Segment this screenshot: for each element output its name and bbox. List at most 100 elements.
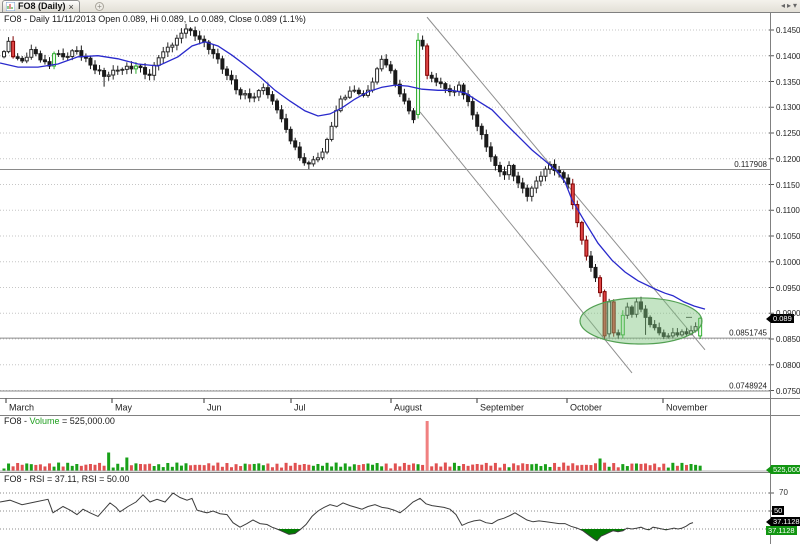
volume-bar: [567, 466, 570, 471]
volume-bar: [362, 464, 365, 470]
volume-bar: [230, 467, 233, 470]
volume-bar: [171, 467, 174, 471]
volume-bar: [21, 465, 24, 471]
volume-bar: [221, 467, 224, 471]
price-tick-label: 0.0850: [776, 335, 800, 344]
volume-bar: [594, 463, 597, 470]
volume-bar: [225, 463, 228, 470]
price-tick-label: 0.0800: [776, 361, 800, 370]
volume-bar: [535, 464, 538, 471]
volume-bar: [139, 464, 142, 471]
volume-bar: [280, 468, 283, 471]
candle-body: [385, 59, 388, 65]
volume-bar: [153, 466, 156, 470]
volume-bar: [39, 464, 42, 470]
highlight-ellipse[interactable]: [580, 298, 702, 344]
volume-bar: [444, 463, 447, 471]
volume-bar: [407, 465, 410, 471]
month-label: Jun: [207, 403, 222, 413]
price-level-label: 0.0748924: [729, 382, 767, 391]
candle-body: [589, 256, 592, 267]
chart-canvas[interactable]: 0.1179080.08517450.0748924MarchMayJunJul…: [0, 13, 800, 544]
candle-body: [435, 78, 438, 82]
volume-bar: [617, 467, 620, 470]
candle-body: [34, 50, 37, 54]
volume-bar: [107, 453, 110, 471]
candle-body: [3, 52, 6, 57]
volume-bar: [84, 465, 87, 471]
month-label: October: [570, 403, 602, 413]
tab-scroll-right-icon[interactable]: ▸: [787, 1, 791, 11]
chart-tab-icon: [6, 2, 15, 11]
candle-body: [84, 57, 87, 58]
volume-bar: [144, 464, 147, 470]
volume-bar: [489, 466, 492, 471]
volume-bar: [262, 465, 265, 470]
volume-bar: [339, 467, 342, 471]
tab-list-dropdown-icon[interactable]: ▾: [793, 1, 797, 11]
candle-body: [285, 119, 288, 130]
chart-ohlc-title: FO8 - Daily 11/11/2013 Open 0.089, Hi 0.…: [4, 14, 306, 24]
new-tab-button[interactable]: +: [95, 2, 104, 11]
price-tick-label: 0.0950: [776, 284, 800, 293]
volume-bar: [498, 468, 501, 471]
volume-bar: [580, 465, 583, 471]
tab-fo8-daily[interactable]: FO8 (Daily) ×: [2, 0, 80, 12]
candle-body: [403, 94, 406, 101]
volume-bar: [680, 463, 683, 471]
candle-body: [43, 60, 46, 62]
month-label: September: [480, 403, 524, 413]
volume-bar: [585, 465, 588, 471]
volume-bar: [685, 465, 688, 471]
volume-bar: [25, 463, 28, 470]
volume-bar: [48, 463, 51, 470]
volume-bar: [644, 463, 647, 470]
volume-bar: [180, 466, 183, 471]
volume-bar: [316, 464, 319, 471]
candle-body: [16, 57, 19, 59]
volume-bar: [571, 463, 574, 470]
volume-bar: [285, 463, 288, 471]
candle-body: [521, 183, 524, 188]
candle-body: [39, 54, 42, 60]
volume-bar: [194, 465, 197, 471]
volume-bar: [321, 466, 324, 471]
volume-bar: [248, 464, 251, 470]
candle-body: [276, 101, 279, 110]
volume-bar: [103, 466, 106, 471]
candle-body: [294, 141, 297, 147]
candle-body: [262, 88, 265, 91]
candle-body: [198, 36, 201, 39]
volume-bar: [367, 463, 370, 470]
candle-body: [544, 169, 547, 176]
candle-body: [344, 97, 347, 99]
volume-bar: [335, 463, 338, 471]
volume-bar: [212, 466, 215, 471]
volume-bar: [640, 464, 643, 471]
volume-bar: [553, 463, 556, 471]
month-label: May: [115, 403, 133, 413]
volume-bar: [485, 463, 488, 471]
volume-bar: [16, 463, 19, 471]
candle-body: [180, 33, 183, 38]
volume-bar: [53, 467, 56, 471]
volume-bar: [148, 464, 151, 471]
candle-body: [230, 75, 233, 79]
tab-close-icon[interactable]: ×: [69, 2, 74, 12]
candle-body: [30, 50, 33, 58]
candle-body: [62, 54, 65, 57]
volume-bar: [562, 463, 565, 471]
price-tick-label: 0.1100: [776, 206, 800, 215]
volume-bar: [166, 463, 169, 471]
price-tick-label: 0.1400: [776, 52, 800, 61]
price-tick-label: 0.1200: [776, 155, 800, 164]
volume-bar: [121, 467, 124, 470]
candle-body: [376, 69, 379, 82]
volume-bar: [394, 463, 397, 470]
candle-body: [121, 69, 124, 70]
volume-bar: [7, 464, 10, 471]
tab-scroll-left-icon[interactable]: ◂: [781, 1, 785, 11]
volume-bar: [244, 464, 247, 471]
candle-body: [21, 58, 24, 61]
volume-bar: [294, 463, 297, 471]
